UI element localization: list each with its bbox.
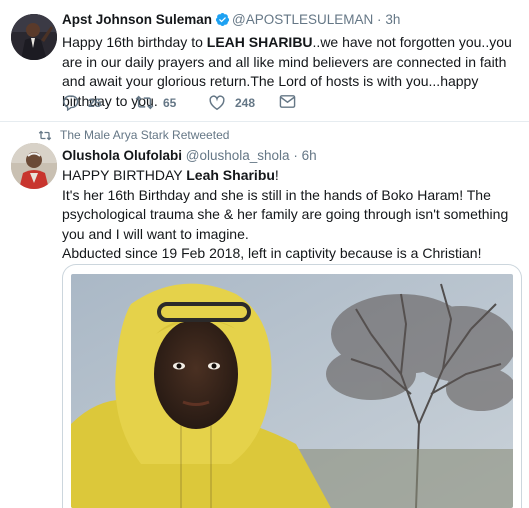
direct-message-icon xyxy=(279,95,296,108)
tweet-line-2: It's her 16th Birthday and she is still … xyxy=(62,186,509,242)
like-button[interactable]: 248 xyxy=(208,94,255,111)
author-name[interactable]: Olushola Olufolabi xyxy=(62,148,182,163)
retweeted-label[interactable]: The Male Arya Stark Retweeted xyxy=(38,128,229,142)
verified-badge-icon xyxy=(215,12,230,32)
tweet-text-bold: LEAH SHARIBU xyxy=(206,34,313,50)
like-icon xyxy=(209,95,225,111)
reply-icon xyxy=(63,95,79,111)
avatar[interactable] xyxy=(11,143,57,189)
tweet-text-part: ! xyxy=(274,167,279,183)
tweet-text-part: Happy 16th birthday to xyxy=(62,34,207,50)
retweet-icon xyxy=(135,95,154,110)
tweet-time[interactable]: 3h xyxy=(385,12,400,27)
avatar[interactable] xyxy=(11,14,57,60)
tweet-text-part: HAPPY BIRTHDAY xyxy=(62,167,187,183)
tweet-line-3: Abducted since 19 Feb 2018, left in capt… xyxy=(62,245,482,261)
retweet-count: 65 xyxy=(163,95,177,110)
tweet-line-1: HAPPY BIRTHDAY Leah Sharibu! xyxy=(62,166,519,186)
retweet-small-icon xyxy=(38,130,52,140)
reply-button[interactable]: 25 xyxy=(62,94,101,111)
separator: · xyxy=(377,12,382,27)
tweet-suleman[interactable]: Apst Johnson Suleman @APOSTLESULEMAN · 3h… xyxy=(0,0,529,122)
retweet-button[interactable]: 65 xyxy=(135,94,176,111)
retweeted-by: The Male Arya Stark Retweeted xyxy=(60,128,230,142)
separator: · xyxy=(293,148,298,163)
author-handle[interactable]: @olushola_shola xyxy=(186,148,290,163)
tweet-time[interactable]: 6h xyxy=(302,148,317,163)
tweet-text-bold: Leah Sharibu xyxy=(186,167,275,183)
tweet-olufolabi[interactable]: Olushola Olufolabi @olushola_shola · 6h … xyxy=(62,147,519,264)
reply-count: 25 xyxy=(88,95,102,110)
tweet-photo[interactable] xyxy=(71,274,513,508)
tweet-media[interactable] xyxy=(62,264,522,508)
direct-message-button[interactable] xyxy=(279,94,305,109)
like-count: 248 xyxy=(235,95,256,110)
tweet-text: HAPPY BIRTHDAY Leah Sharibu! It's her 16… xyxy=(62,166,519,264)
author-handle[interactable]: @APOSTLESULEMAN xyxy=(232,12,373,27)
author-name[interactable]: Apst Johnson Suleman xyxy=(62,12,212,27)
